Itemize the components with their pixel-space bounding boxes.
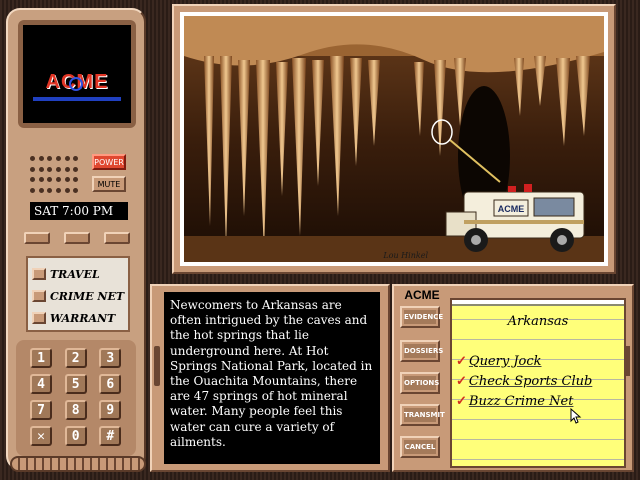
device-screen-frame: ACME — [18, 20, 136, 128]
device-screen: ACME — [23, 25, 131, 123]
scene-mat: ACME Lou Hinkel — [180, 12, 608, 266]
options-button-label: OPTIONS — [404, 376, 439, 390]
key-9[interactable]: 9 — [99, 400, 122, 420]
warrant-mode-button[interactable]: WARRANT — [32, 308, 128, 328]
note-item-label: Query Jock — [468, 354, 542, 369]
mute-button[interactable]: MUTE — [92, 176, 126, 192]
key-7[interactable]: 7 — [30, 400, 52, 420]
phone-cord — [10, 456, 146, 472]
mouse-cursor-icon — [570, 408, 582, 424]
key-3[interactable]: 3 — [99, 348, 122, 368]
key-2[interactable]: 2 — [64, 348, 87, 368]
dossiers-button[interactable]: DOSSIERS — [400, 340, 443, 362]
travel-mode-button[interactable]: TRAVEL — [32, 264, 128, 284]
mode-panel: TRAVEL CRIME NET WARRANT — [26, 256, 130, 332]
note-item-check-sports-club[interactable]: ✓ Check Sports Club — [456, 374, 592, 389]
evidence-button[interactable]: EVIDENCE — [400, 306, 443, 328]
checkmark-icon: ✓ — [456, 374, 467, 389]
key-1[interactable]: 1 — [30, 348, 52, 368]
mode-box-icon — [32, 290, 46, 302]
mode-box-icon — [32, 312, 46, 324]
cancel-button[interactable]: CANCEL — [400, 436, 440, 458]
mode-label: CRIME NET — [50, 289, 125, 303]
note-item-label: Check Sports Club — [468, 374, 593, 389]
key-0[interactable]: 0 — [64, 426, 87, 446]
key-6[interactable]: 6 — [99, 374, 122, 394]
crime-net-mode-button[interactable]: CRIME NET — [32, 286, 128, 306]
dossiers-button-label: DOSSIERS — [404, 344, 443, 358]
notepad: Arkansas ✓ Query Jock ✓ Check Sports Club … — [450, 298, 626, 468]
mode-label: WARRANT — [50, 311, 116, 325]
transmit-button-label: TRANSMIT — [404, 408, 445, 422]
note-item-label: Buzz Crime Net — [468, 394, 574, 409]
notepad-title: Arkansas — [507, 314, 569, 329]
mode-box-icon — [32, 268, 46, 280]
evidence-button-label: EVIDENCE — [404, 310, 443, 324]
note-item-query-jock[interactable]: ✓ Query Jock — [456, 354, 542, 369]
scene-frame: ACME Lou Hinkel — [172, 4, 616, 274]
options-button[interactable]: OPTIONS — [400, 372, 440, 394]
notes-panel: ACME EVIDENCE DOSSIERS OPTIONS TRANSMIT … — [392, 284, 634, 472]
magnifier-icon — [69, 77, 83, 91]
notepad-binding — [452, 300, 624, 306]
power-button[interactable]: POWER — [92, 154, 126, 170]
checkmark-icon: ✓ — [456, 394, 467, 409]
acme-brand: ACME — [404, 288, 440, 302]
clock-display: SAT 7:00 PM — [30, 202, 128, 220]
panel-grip — [154, 346, 160, 386]
device-slot — [24, 232, 50, 244]
key-pound[interactable]: # — [99, 426, 122, 446]
artist-signature: Lou Hinkel — [383, 251, 428, 260]
note-item-buzz-crime-net[interactable]: ✓ Buzz Crime Net — [456, 394, 573, 409]
transmit-button[interactable]: TRANSMIT — [400, 404, 445, 426]
svg-text:ACME: ACME — [498, 204, 525, 214]
narration-text: Newcomers to Arkansas are often intrigue… — [164, 292, 380, 464]
key-5[interactable]: 5 — [64, 374, 87, 394]
logo-underline — [33, 97, 121, 101]
checkmark-icon: ✓ — [456, 354, 467, 369]
device-slot — [64, 232, 90, 244]
mode-label: TRAVEL — [50, 267, 100, 281]
narration-panel: Newcomers to Arkansas are often intrigue… — [150, 284, 390, 472]
cave-scene-image: ACME — [184, 16, 604, 262]
key-4[interactable]: 4 — [30, 374, 52, 394]
key-clear[interactable]: ✕ — [30, 426, 52, 446]
panel-grip — [626, 346, 630, 376]
speaker-grille — [30, 156, 80, 196]
device-slot — [104, 232, 130, 244]
cancel-button-label: CANCEL — [404, 440, 436, 454]
acme-communicator: ACME POWER MUTE SAT 7:00 PM TRAVEL CRIME… — [6, 8, 146, 470]
keypad: 1 2 3 4 5 6 7 8 9 ✕ 0 # — [16, 340, 136, 456]
key-8[interactable]: 8 — [64, 400, 87, 420]
